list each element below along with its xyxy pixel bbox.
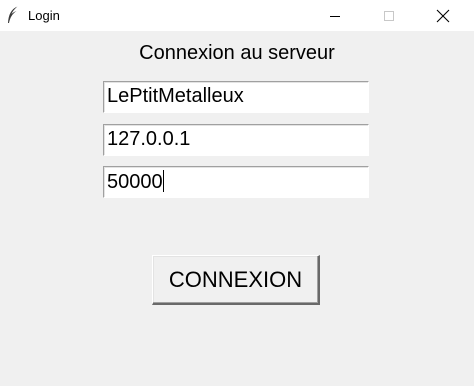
- form-heading: Connexion au serveur: [139, 42, 335, 64]
- username-value: LePtitMetalleux: [107, 85, 244, 107]
- connect-button-label: CONNEXION: [168, 266, 303, 292]
- maximize-button[interactable]: [366, 0, 412, 31]
- title-bar[interactable]: Login: [0, 0, 474, 31]
- close-icon: [436, 9, 450, 22]
- feather-icon: [7, 6, 19, 24]
- host-field[interactable]: 127.0.0.1: [103, 124, 369, 156]
- username-field[interactable]: LePtitMetalleux: [103, 81, 369, 113]
- minimize-button[interactable]: [312, 0, 358, 31]
- window-title: Login: [28, 8, 60, 23]
- maximize-icon: [384, 10, 394, 21]
- host-value: 127.0.0.1: [107, 128, 191, 150]
- connect-button[interactable]: CONNEXION: [152, 255, 320, 305]
- port-value: 50000: [107, 171, 163, 193]
- text-caret: [162, 170, 164, 192]
- close-button[interactable]: [420, 0, 466, 31]
- login-window: Login Connexion au serveur LePtitMetalle…: [0, 0, 474, 386]
- port-field[interactable]: 50000: [103, 166, 369, 198]
- minimize-icon: [330, 15, 340, 17]
